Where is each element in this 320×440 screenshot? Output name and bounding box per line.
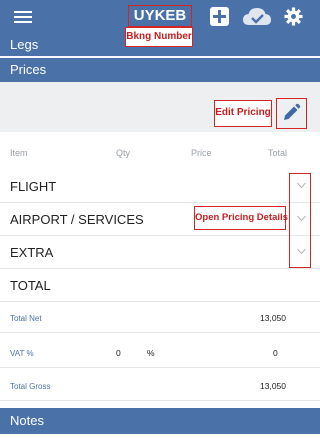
vat-percent-unit: % [147, 348, 155, 358]
edit-pricing-callout: Edit Pricing [214, 100, 272, 127]
total-gross-label: Total Gross [10, 382, 51, 391]
column-header-qty: Qty [116, 148, 131, 158]
open-details-highlight [289, 173, 311, 268]
column-header-price: Price [191, 148, 212, 158]
summary-row-vat: VAT % 0 % 0 [0, 338, 320, 368]
notes-section-header[interactable]: Notes [0, 408, 320, 434]
row-label: AIRPORT / SERVICES [10, 212, 144, 227]
vat-label: VAT % [10, 349, 34, 358]
vat-amount: 0 [273, 348, 278, 358]
vat-percent-value[interactable]: 0 [116, 348, 121, 358]
total-net-label: Total Net [10, 314, 42, 323]
pricing-row-extra[interactable]: EXTRA [0, 236, 320, 269]
booking-number: UYKEB [128, 5, 192, 27]
column-header-item: Item [10, 148, 28, 158]
summary-row-total-net: Total Net 13,050 [0, 303, 320, 333]
column-header-total: Total [268, 148, 288, 158]
pricing-row-flight[interactable]: FLIGHT [0, 170, 320, 203]
booking-number-callout: Bkng Number [125, 27, 193, 47]
open-pricing-details-callout: Open Pricing Details [194, 206, 288, 230]
row-label: FLIGHT [10, 179, 57, 194]
menu-icon[interactable] [14, 11, 32, 23]
cloud-sync-icon[interactable] [242, 6, 272, 28]
total-net-value: 13,050 [260, 313, 286, 323]
prices-section-header[interactable]: Prices [0, 58, 320, 82]
gear-icon[interactable] [284, 7, 303, 26]
total-gross-value: 13,050 [260, 381, 286, 391]
summary-row-total-gross: Total Gross 13,050 [0, 371, 320, 401]
row-label: TOTAL [10, 278, 51, 293]
pencil-icon[interactable] [281, 103, 301, 123]
pricing-row-total: TOTAL [0, 269, 320, 302]
row-label: EXTRA [10, 245, 54, 260]
edit-pricing-strip [0, 82, 320, 132]
add-icon[interactable] [210, 7, 229, 26]
